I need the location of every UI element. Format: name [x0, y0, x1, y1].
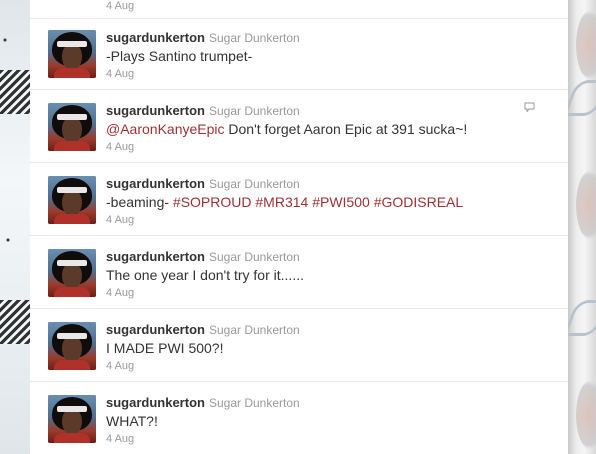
avatar[interactable]: [48, 176, 96, 224]
hashtag-link[interactable]: #SOPROUD: [173, 194, 252, 210]
page-background-right: [563, 0, 596, 454]
tweet-text: -beaming- #SOPROUD #MR314 #PWI500 #GODIS…: [106, 194, 463, 210]
full-name: Sugar Dunkerton: [208, 31, 300, 45]
background-pattern: [563, 80, 596, 116]
tweet-partial: 4 Aug: [30, 0, 568, 19]
screen-name-link[interactable]: sugardunkerton: [106, 103, 205, 118]
tweet-timestamp[interactable]: 4 Aug: [106, 0, 134, 12]
tweet-timestamp[interactable]: 4 Aug: [106, 214, 134, 226]
full-name: Sugar Dunkerton: [208, 250, 300, 264]
tweet-item[interactable]: sugardunkerton Sugar Dunkerton -beaming- …: [30, 164, 568, 236]
tweet-header: sugardunkerton Sugar Dunkerton: [106, 322, 300, 337]
tweet-timestamp[interactable]: 4 Aug: [106, 287, 134, 299]
full-name: Sugar Dunkerton: [208, 104, 300, 118]
tweet-header: sugardunkerton Sugar Dunkerton: [106, 249, 300, 264]
tweet-text: WHAT?!: [106, 413, 158, 429]
tweet-header: sugardunkerton Sugar Dunkerton: [106, 395, 300, 410]
background-pattern: [576, 10, 596, 80]
avatar[interactable]: [48, 395, 96, 443]
tweet-header: sugardunkerton Sugar Dunkerton: [106, 176, 300, 191]
background-pattern: [563, 300, 596, 336]
avatar[interactable]: [48, 249, 96, 297]
background-pattern: [576, 380, 596, 450]
hashtag-link[interactable]: #GODISREAL: [374, 194, 463, 210]
tweet-text: -Plays Santino trumpet-: [106, 48, 253, 64]
full-name: Sugar Dunkerton: [208, 323, 300, 337]
screen-name-link[interactable]: sugardunkerton: [106, 30, 205, 45]
avatar[interactable]: [48, 322, 96, 370]
full-name: Sugar Dunkerton: [208, 177, 300, 191]
full-name: Sugar Dunkerton: [208, 396, 300, 410]
tweet-item[interactable]: sugardunkerton Sugar Dunkerton WHAT?! 4 A…: [30, 383, 568, 454]
tweet-text: I MADE PWI 500?!: [106, 340, 224, 356]
tweet-text: The one year I don't try for it......: [106, 267, 304, 283]
screen-name-link[interactable]: sugardunkerton: [106, 249, 205, 264]
tweet-header: sugardunkerton Sugar Dunkerton: [106, 30, 300, 45]
screen-name-link[interactable]: sugardunkerton: [106, 176, 205, 191]
tweet-header: sugardunkerton Sugar Dunkerton: [106, 103, 300, 118]
mention-link[interactable]: @AaronKanyeEpic: [106, 121, 225, 137]
background-pattern: [0, 70, 30, 114]
tweet-timeline: 4 Aug sugardunkerton Sugar Dunkerton -Pla…: [30, 0, 568, 454]
tweet-text: @AaronKanyeEpic Don't forget Aaron Epic …: [106, 121, 467, 137]
avatar[interactable]: [48, 103, 96, 151]
tweet-text-body: Don't forget Aaron Epic at 391 sucka~!: [224, 121, 468, 137]
tweet-timestamp[interactable]: 4 Aug: [106, 360, 134, 372]
background-pattern: [576, 170, 596, 240]
avatar[interactable]: [48, 30, 96, 78]
tweet-timestamp[interactable]: 4 Aug: [106, 141, 134, 153]
tweet-item[interactable]: sugardunkerton Sugar Dunkerton -Plays San…: [30, 18, 568, 90]
tweet-item[interactable]: sugardunkerton Sugar Dunkerton The one ye…: [30, 237, 568, 309]
tweet-item[interactable]: sugardunkerton Sugar Dunkerton @AaronKany…: [30, 91, 568, 163]
tweet-text-body: -beaming-: [106, 194, 173, 210]
hashtag-link[interactable]: #MR314: [255, 194, 308, 210]
reply-icon[interactable]: [524, 102, 535, 112]
hashtag-link[interactable]: #PWI500: [312, 194, 370, 210]
tweet-timestamp[interactable]: 4 Aug: [106, 433, 134, 445]
tweet-timestamp[interactable]: 4 Aug: [106, 68, 134, 80]
screen-name-link[interactable]: sugardunkerton: [106, 395, 205, 410]
screen-name-link[interactable]: sugardunkerton: [106, 322, 205, 337]
background-pattern: [0, 300, 30, 344]
page-background-left: [0, 0, 30, 454]
tweet-item[interactable]: sugardunkerton Sugar Dunkerton I MADE PWI…: [30, 310, 568, 382]
